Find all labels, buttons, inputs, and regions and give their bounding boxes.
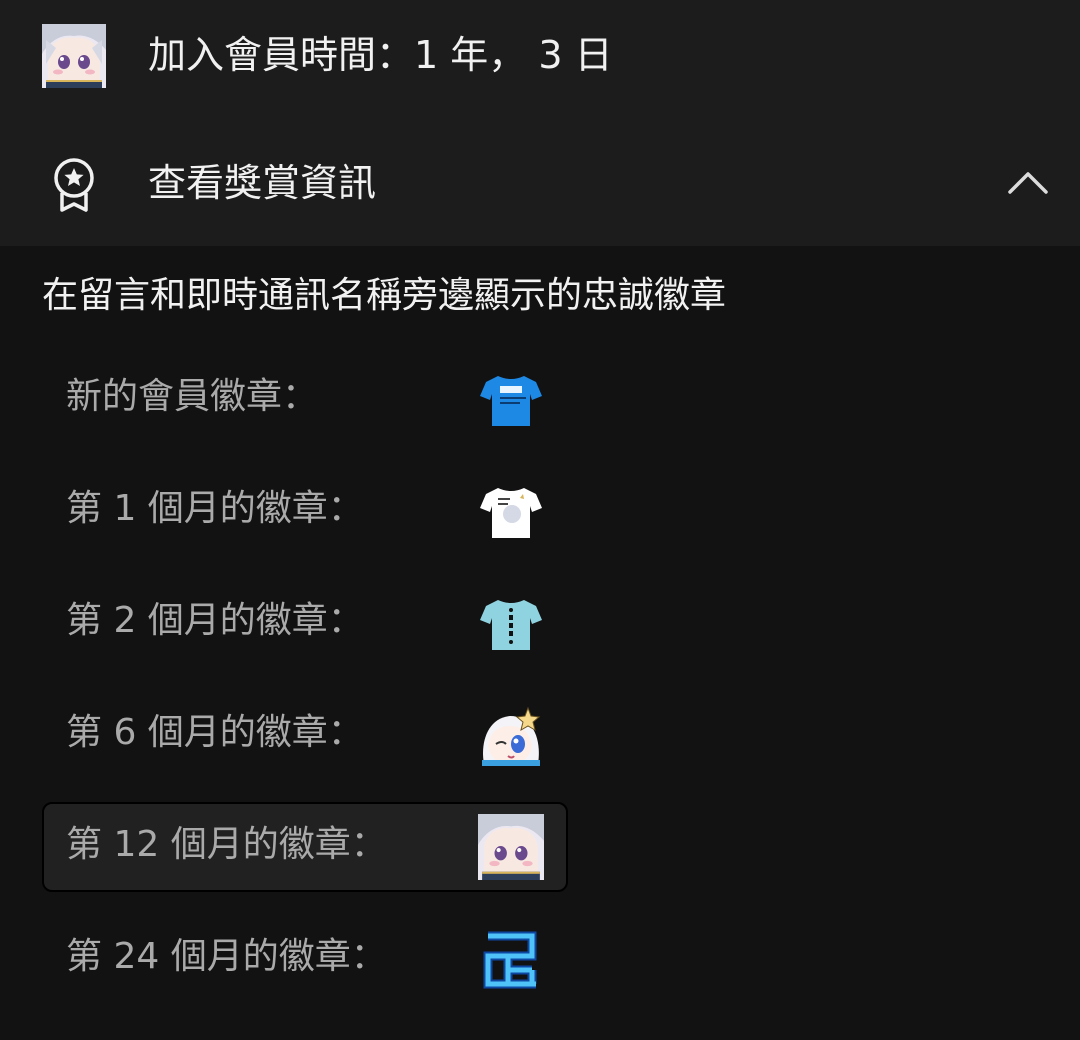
badge-row-month-2: 第 2 個月的徽章： bbox=[42, 578, 568, 668]
kanji-badge-icon bbox=[478, 926, 544, 992]
loyalty-badges-title: 在留言和即時通訊名稱旁邊顯示的忠誠徽章 bbox=[42, 275, 727, 316]
award-icon bbox=[48, 156, 100, 214]
member-avatar bbox=[42, 24, 106, 88]
lightblue-tshirt-badge-icon bbox=[478, 590, 544, 656]
membership-row: 加入會員時間：1 年， 3 日 bbox=[0, 0, 1080, 112]
character-portrait-badge-icon bbox=[478, 814, 544, 880]
white-tshirt-badge-icon bbox=[478, 478, 544, 544]
view-rewards-toggle[interactable]: 查看獎賞資訊 bbox=[0, 132, 1080, 236]
chevron-up-icon[interactable] bbox=[1006, 164, 1050, 198]
badge-label: 第 1 個月的徽章： bbox=[66, 488, 364, 529]
badge-row-month-6: 第 6 個月的徽章： bbox=[42, 690, 568, 780]
view-rewards-label: 查看獎賞資訊 bbox=[148, 161, 377, 205]
membership-header: 加入會員時間：1 年， 3 日 查看獎賞資訊 bbox=[0, 0, 1080, 246]
badge-label: 第 24 個月的徽章： bbox=[66, 936, 387, 977]
badge-row-new: 新的會員徽章： bbox=[42, 354, 568, 444]
blue-tshirt-badge-icon bbox=[478, 366, 544, 432]
badge-row-month-24: 第 24 個月的徽章： bbox=[42, 914, 568, 1004]
badge-label: 第 2 個月的徽章： bbox=[66, 600, 364, 641]
membership-duration: 加入會員時間：1 年， 3 日 bbox=[148, 33, 613, 77]
badge-label: 第 6 個月的徽章： bbox=[66, 712, 364, 753]
badge-row-month-1: 第 1 個月的徽章： bbox=[42, 466, 568, 556]
badge-label: 第 12 個月的徽章： bbox=[66, 824, 387, 865]
chibi-character-badge-icon bbox=[478, 702, 544, 768]
badge-row-month-12[interactable]: 第 12 個月的徽章： bbox=[42, 802, 568, 892]
badge-label: 新的會員徽章： bbox=[66, 376, 319, 417]
